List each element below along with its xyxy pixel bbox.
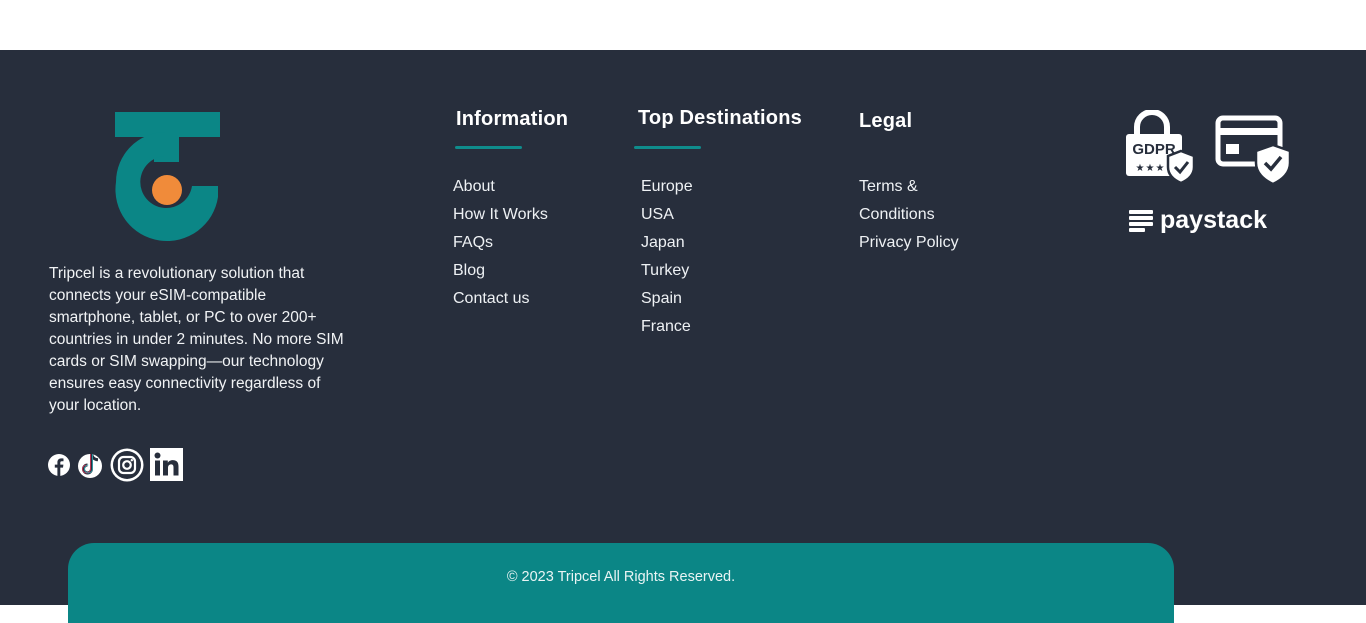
trust-badges: GDPR ★ ★ ★ paystack [1126, 110, 1292, 234]
copyright-bar: © 2023 Tripcel All Rights Reserved. [68, 543, 1174, 623]
page-content-area [0, 0, 1366, 50]
link-japan[interactable]: Japan [641, 229, 693, 257]
destinations-heading: Top Destinations [638, 107, 802, 129]
link-privacy-policy[interactable]: Privacy Policy [859, 229, 959, 257]
link-europe[interactable]: Europe [641, 173, 693, 201]
link-faqs[interactable]: FAQs [453, 229, 548, 257]
link-how-it-works[interactable]: How It Works [453, 201, 548, 229]
link-turkey[interactable]: Turkey [641, 257, 693, 285]
link-terms[interactable]: Terms & [859, 173, 959, 201]
gdpr-lock-icon: GDPR ★ ★ ★ [1126, 110, 1196, 185]
svg-text:★: ★ [1136, 163, 1145, 174]
facebook-icon[interactable] [48, 453, 70, 481]
information-links: About How It Works FAQs Blog Contact us [453, 173, 548, 313]
link-about[interactable]: About [453, 173, 548, 201]
paystack-label: paystack [1160, 206, 1267, 234]
svg-text:★: ★ [1146, 163, 1155, 174]
tiktok-icon[interactable] [76, 450, 104, 485]
about-description: Tripcel is a revolutionary solution that… [49, 265, 344, 414]
site-footer: Tripcel is a revolutionary solution that… [0, 50, 1366, 623]
instagram-icon[interactable] [110, 448, 144, 487]
destinations-links: Europe USA Japan Turkey Spain France [641, 173, 693, 341]
destinations-underline [634, 146, 701, 149]
information-heading: Information [456, 108, 569, 130]
tripcel-logo[interactable] [114, 112, 221, 243]
linkedin-icon[interactable] [150, 448, 183, 486]
legal-heading: Legal [859, 110, 913, 132]
link-spain[interactable]: Spain [641, 285, 693, 313]
link-blog[interactable]: Blog [453, 257, 548, 285]
link-usa[interactable]: USA [641, 201, 693, 229]
link-conditions[interactable]: Conditions [859, 201, 959, 229]
copyright-text: © 2023 Tripcel All Rights Reserved. [506, 569, 736, 585]
svg-text:★: ★ [1156, 163, 1165, 174]
information-underline [455, 146, 522, 149]
paystack-logo: paystack [1129, 206, 1267, 234]
link-contact-us[interactable]: Contact us [453, 285, 548, 313]
legal-links: Terms & Conditions Privacy Policy [859, 173, 959, 257]
social-links [48, 448, 189, 487]
link-france[interactable]: France [641, 313, 693, 341]
secure-card-icon [1215, 115, 1292, 186]
